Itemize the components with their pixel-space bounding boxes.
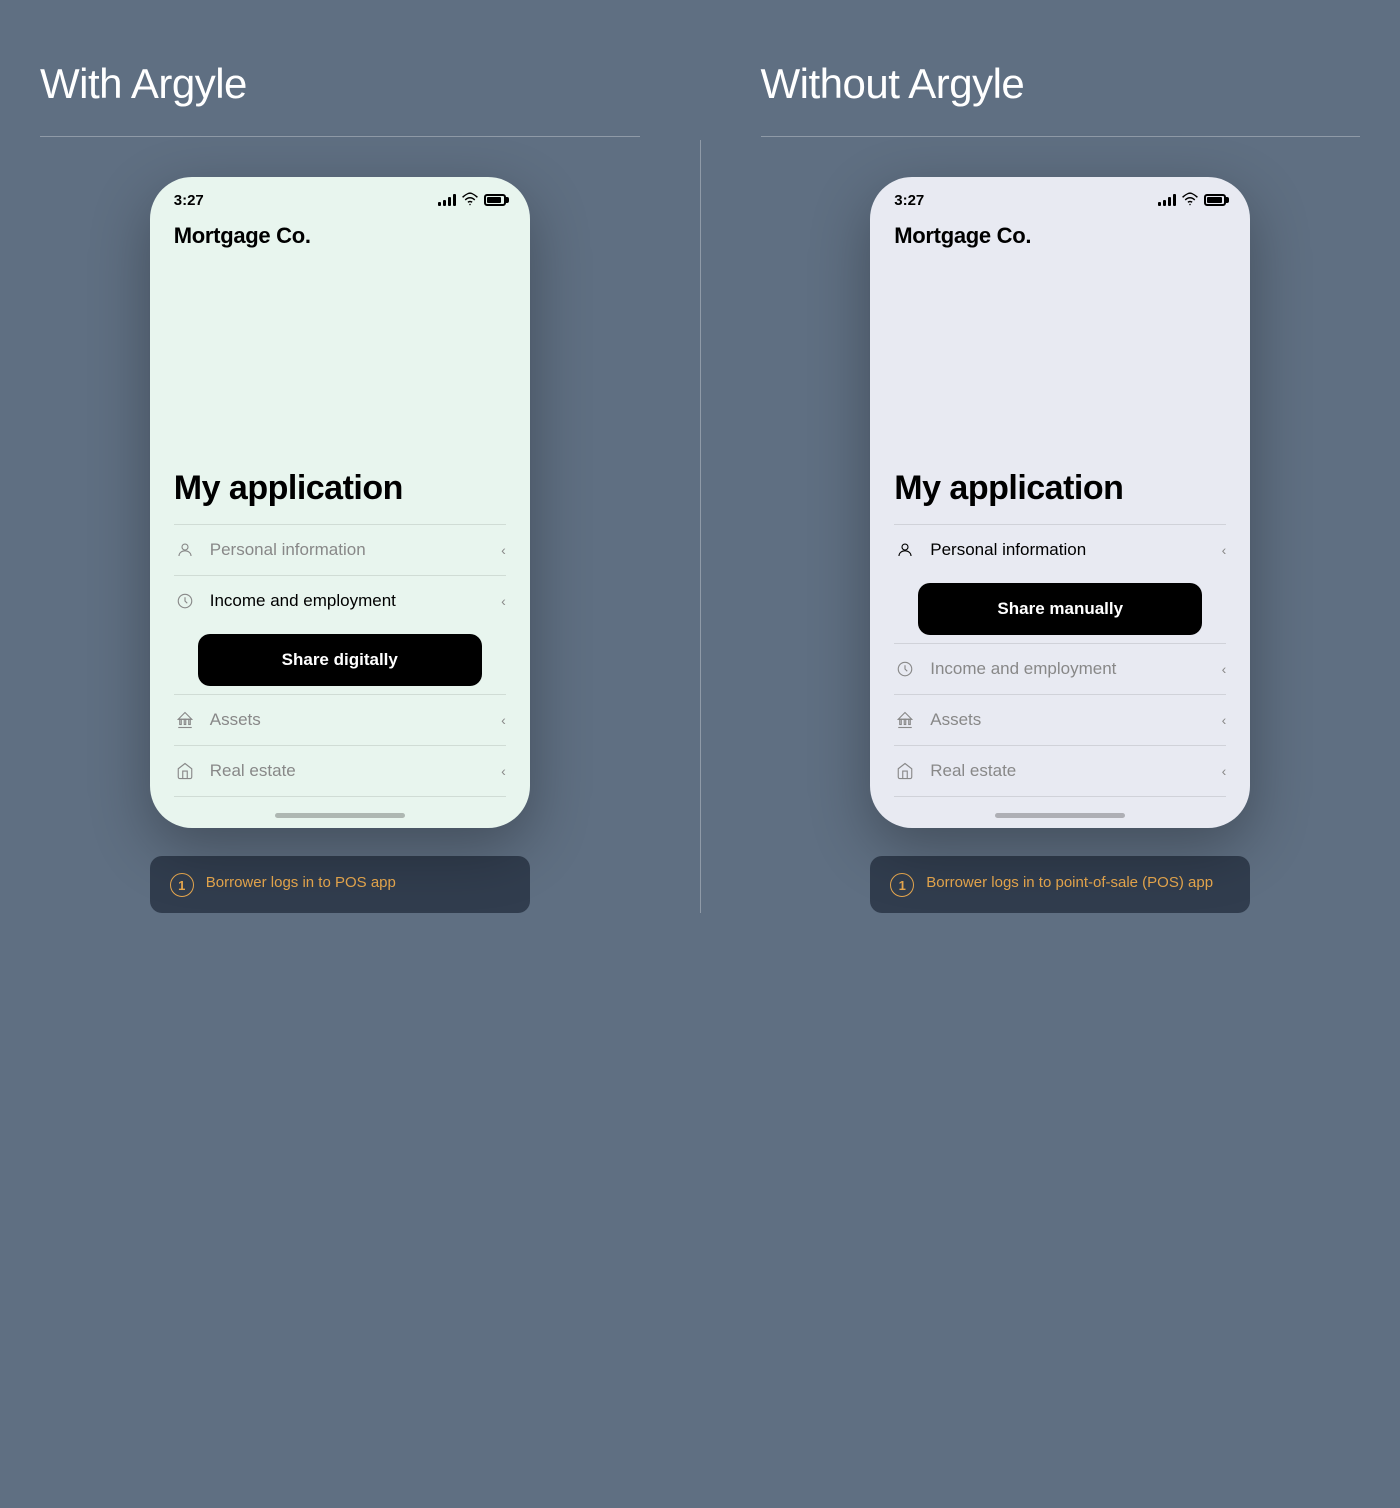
status-icons-right xyxy=(1158,191,1226,209)
chevron-assets-right: ‹ xyxy=(1222,712,1227,728)
status-bar-right: 3:27 xyxy=(870,177,1250,215)
personal-label-right: Personal information xyxy=(930,540,1221,560)
income-label-left: Income and employment xyxy=(210,591,501,611)
status-bar-left: 3:27 xyxy=(150,177,530,215)
caption-text-right: Borrower logs in to point-of-sale (POS) … xyxy=(926,872,1213,893)
vertical-divider xyxy=(700,140,701,913)
caption-left: 1 Borrower logs in to POS app xyxy=(150,856,530,913)
battery-icon-left xyxy=(484,194,506,206)
without-argyle-title: Without Argyle xyxy=(761,60,1025,108)
brand-right: Mortgage Co. xyxy=(894,223,1226,249)
menu-item-assets-right[interactable]: Assets ‹ xyxy=(894,694,1226,745)
app-title-right: My application xyxy=(870,449,1250,524)
assets-label-left: Assets xyxy=(210,710,501,730)
status-icons-left xyxy=(438,191,506,209)
menu-item-realestate-right[interactable]: Real estate ‹ xyxy=(894,745,1226,797)
share-digitally-button[interactable]: Share digitally xyxy=(198,634,482,686)
chevron-personal-right: ‹ xyxy=(1222,542,1227,558)
status-time-right: 3:27 xyxy=(894,192,924,209)
menu-list-right: Personal information ‹ Share manually xyxy=(870,524,1250,797)
person-icon-right xyxy=(894,539,916,561)
without-argyle-divider xyxy=(761,136,1361,137)
content-area-right xyxy=(870,249,1250,449)
with-argyle-title: With Argyle xyxy=(40,60,247,108)
content-area-left xyxy=(150,249,530,449)
realestate-label-right: Real estate xyxy=(930,761,1221,781)
home-icon-left xyxy=(174,760,196,782)
home-indicator-left xyxy=(150,797,530,828)
share-button-container-left: Share digitally xyxy=(174,626,506,694)
status-time-left: 3:27 xyxy=(174,192,204,209)
phone-header-right: Mortgage Co. xyxy=(870,215,1250,249)
with-argyle-phone: 3:27 Mor xyxy=(150,177,530,828)
with-argyle-column: With Argyle 3:27 xyxy=(40,60,640,913)
menu-item-personal-left[interactable]: Personal information ‹ xyxy=(174,524,506,575)
bank-icon-right xyxy=(894,709,916,731)
caption-number-left: 1 xyxy=(170,873,194,897)
menu-item-assets-left[interactable]: Assets ‹ xyxy=(174,694,506,745)
caption-right: 1 Borrower logs in to point-of-sale (POS… xyxy=(870,856,1250,913)
chevron-income-right: ‹ xyxy=(1222,661,1227,677)
chevron-assets-left: ‹ xyxy=(501,712,506,728)
menu-list-left: Personal information ‹ Income and employ… xyxy=(150,524,530,797)
brand-left: Mortgage Co. xyxy=(174,223,506,249)
chevron-realestate-right: ‹ xyxy=(1222,763,1227,779)
personal-label-left: Personal information xyxy=(210,540,501,560)
bank-icon-left xyxy=(174,709,196,731)
clock-icon-right xyxy=(894,658,916,680)
chevron-personal-left: ‹ xyxy=(501,542,506,558)
signal-icon-right xyxy=(1158,194,1176,206)
battery-icon-right xyxy=(1204,194,1226,206)
chevron-realestate-left: ‹ xyxy=(501,763,506,779)
with-argyle-divider xyxy=(40,136,640,137)
menu-item-personal-right[interactable]: Personal information ‹ xyxy=(894,524,1226,575)
caption-text-left: Borrower logs in to POS app xyxy=(206,872,396,893)
app-title-left: My application xyxy=(150,449,530,524)
home-icon-right xyxy=(894,760,916,782)
income-label-right: Income and employment xyxy=(930,659,1221,679)
share-button-container-right: Share manually xyxy=(894,575,1226,643)
home-indicator-right xyxy=(870,797,1250,828)
without-argyle-column: Without Argyle 3:27 xyxy=(761,60,1361,913)
without-argyle-phone: 3:27 Mor xyxy=(870,177,1250,828)
signal-icon-left xyxy=(438,194,456,206)
wifi-icon-left xyxy=(461,191,479,209)
phone-header-left: Mortgage Co. xyxy=(150,215,530,249)
share-manually-button[interactable]: Share manually xyxy=(918,583,1202,635)
page-container: With Argyle 3:27 xyxy=(40,60,1360,913)
home-bar-right xyxy=(995,813,1125,818)
realestate-label-left: Real estate xyxy=(210,761,501,781)
caption-number-right: 1 xyxy=(890,873,914,897)
wifi-icon-right xyxy=(1181,191,1199,209)
menu-item-income-left[interactable]: Income and employment ‹ xyxy=(174,575,506,626)
person-icon-left xyxy=(174,539,196,561)
chevron-income-left: ‹ xyxy=(501,593,506,609)
home-bar-left xyxy=(275,813,405,818)
menu-item-realestate-left[interactable]: Real estate ‹ xyxy=(174,745,506,797)
clock-icon-left xyxy=(174,590,196,612)
menu-item-income-right[interactable]: Income and employment ‹ xyxy=(894,643,1226,694)
assets-label-right: Assets xyxy=(930,710,1221,730)
